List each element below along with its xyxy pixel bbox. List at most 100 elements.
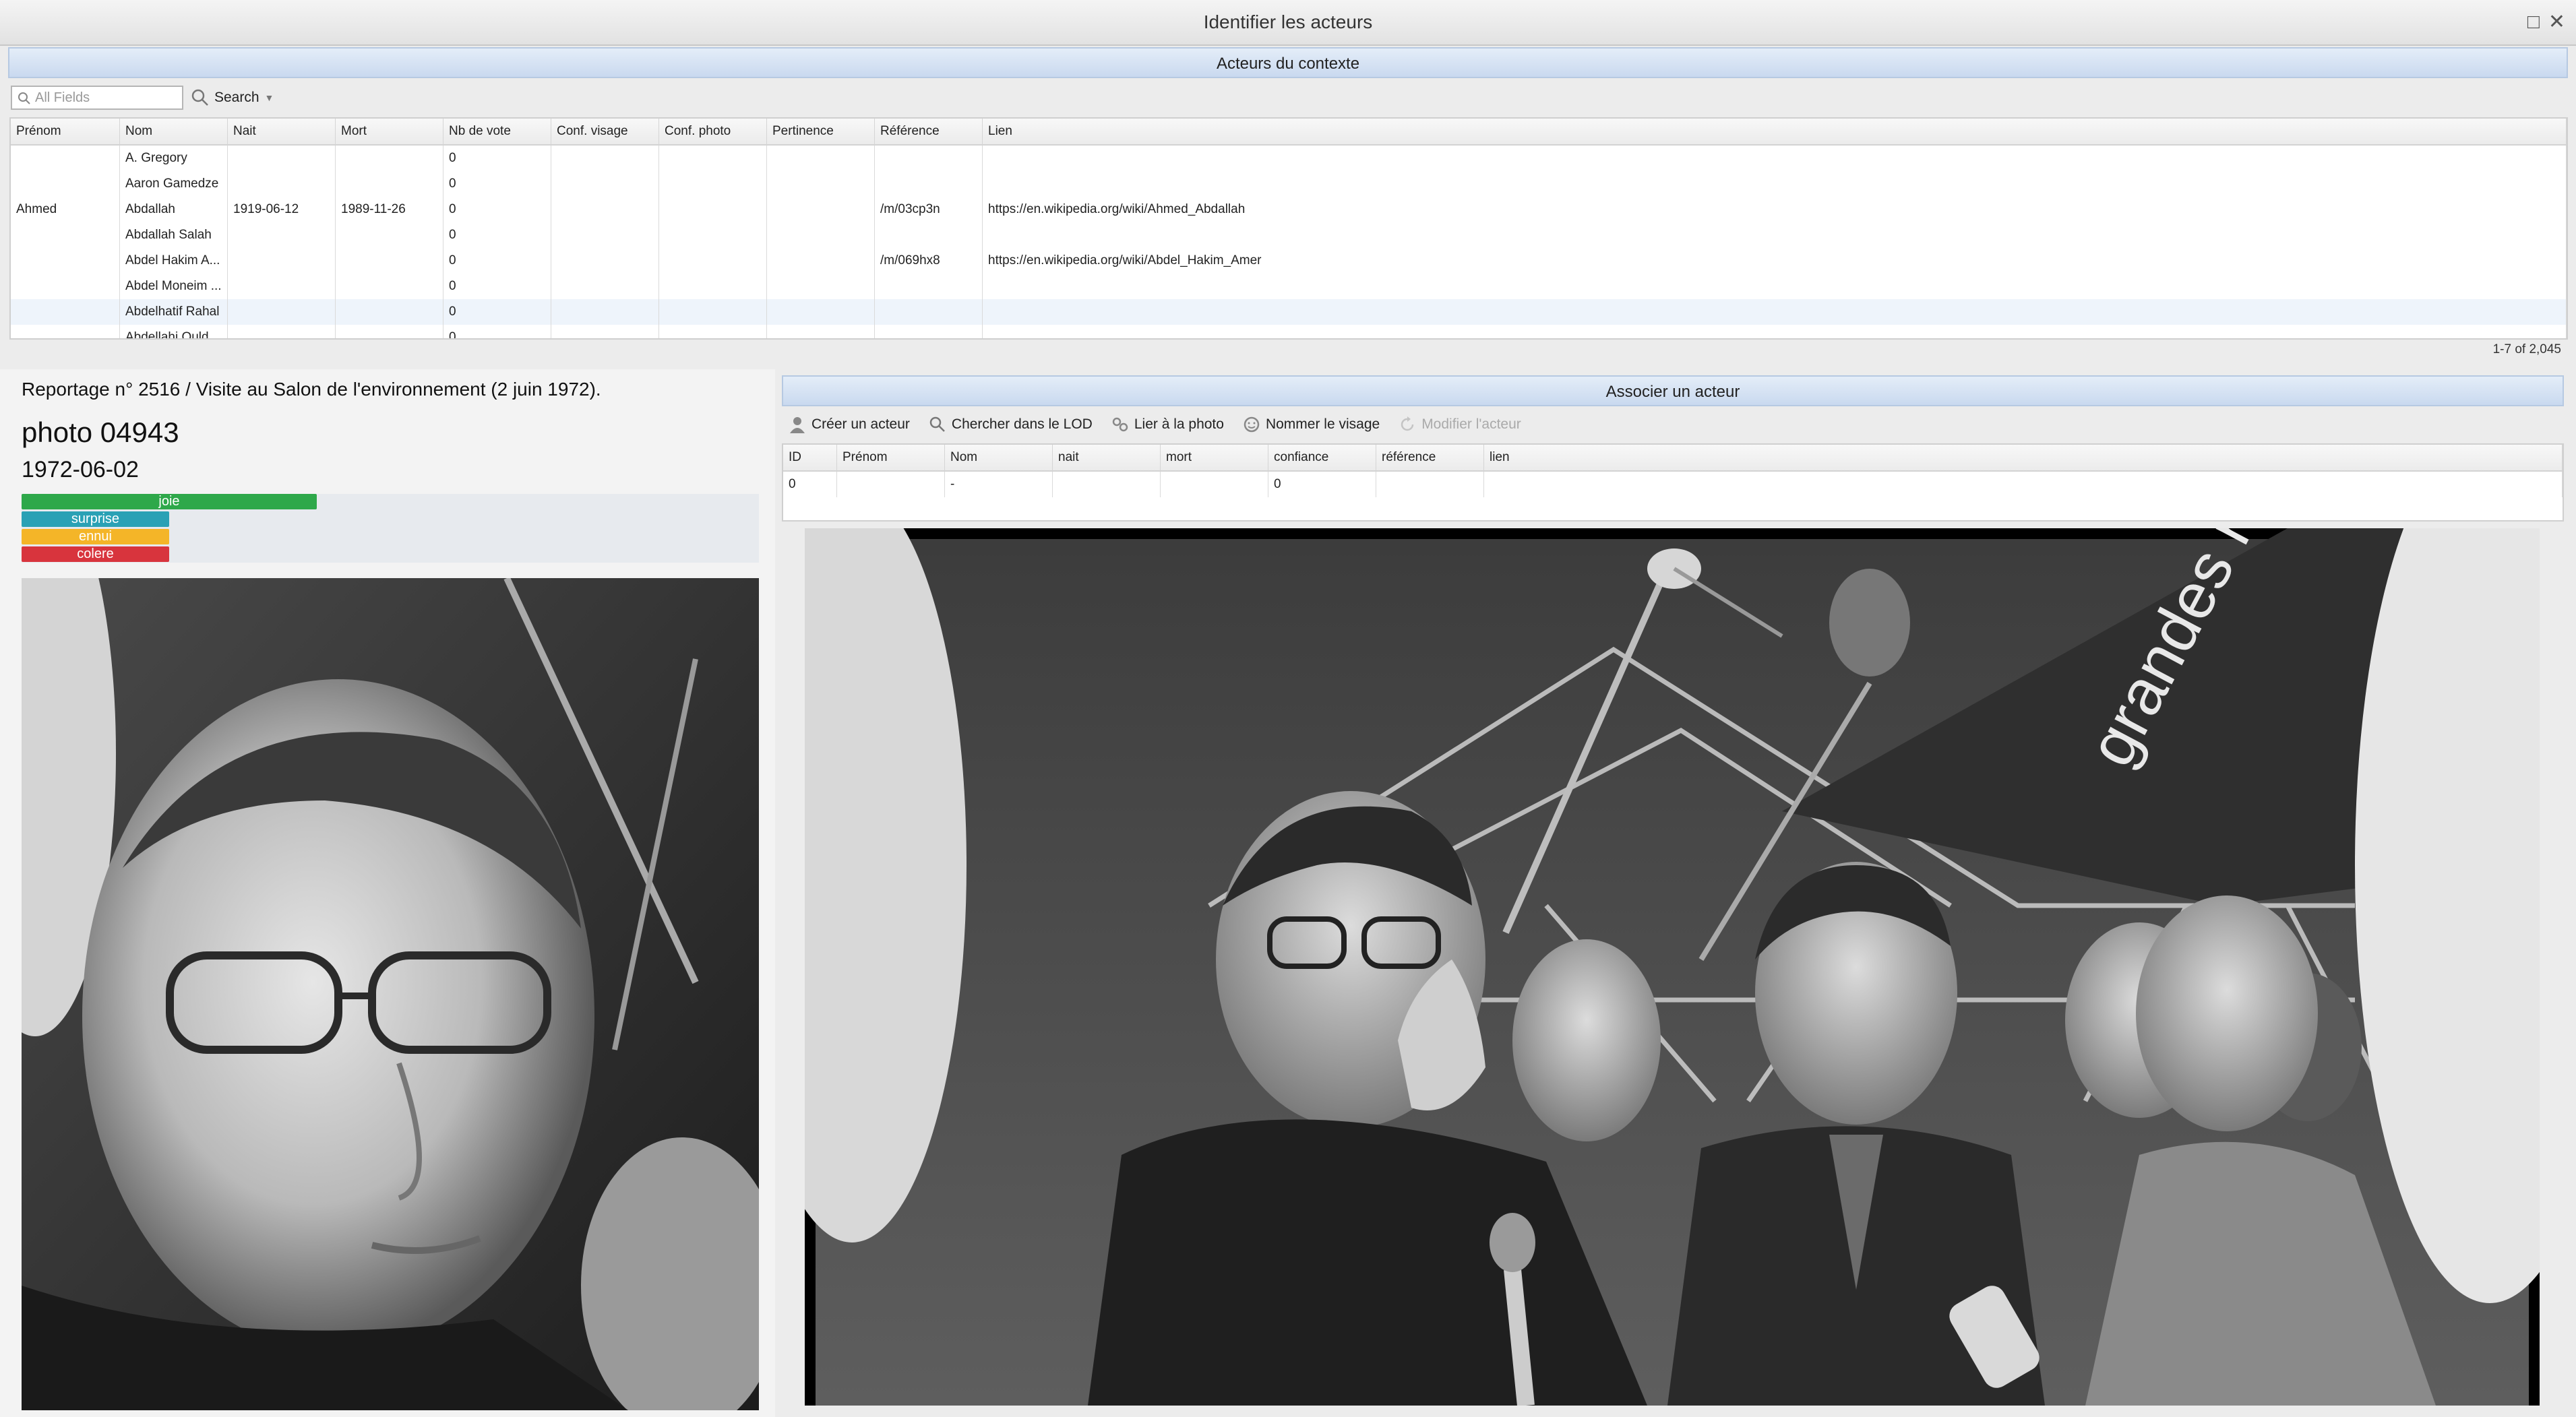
cell-born bbox=[228, 248, 336, 274]
cell-born: 1919-06-12 bbox=[228, 197, 336, 222]
cell-firstname bbox=[11, 274, 120, 299]
photo-info-pane: Reportage n° 2516 / Visite au Salon de l… bbox=[0, 369, 775, 1417]
search-input[interactable]: All Fields bbox=[11, 86, 183, 110]
cell-reference bbox=[875, 325, 983, 338]
cell-votes: 0 bbox=[443, 274, 551, 299]
table-row[interactable]: 0 - 0 bbox=[783, 472, 2563, 497]
cell-votes: 0 bbox=[443, 197, 551, 222]
column-header[interactable]: mort bbox=[1161, 445, 1268, 470]
search-button[interactable]: Search ▼ bbox=[191, 86, 274, 110]
cell-reference bbox=[875, 222, 983, 248]
table-row[interactable]: Abdelhatif Rahal 0 bbox=[11, 299, 2567, 325]
column-header[interactable]: Lien bbox=[983, 119, 2567, 144]
column-header[interactable]: Mort bbox=[336, 119, 443, 144]
cell-firstname bbox=[837, 472, 945, 497]
column-header[interactable]: Conf. visage bbox=[551, 119, 659, 144]
table-row[interactable]: Abdallah Salah 0 bbox=[11, 222, 2567, 248]
table-row[interactable]: Ahmed Abdallah 1919-06-12 1989-11-26 0/m/03c… bbox=[11, 197, 2567, 222]
cell-face-conf bbox=[551, 299, 659, 325]
cell-firstname bbox=[11, 146, 120, 171]
report-title: Reportage n° 2516 / Visite au Salon de l… bbox=[22, 379, 601, 400]
link-photo-label: Lier à la photo bbox=[1134, 416, 1224, 432]
cell-reference bbox=[875, 171, 983, 197]
cell-link bbox=[983, 146, 2567, 171]
cell-photo-conf bbox=[659, 325, 767, 338]
link-photo-button[interactable]: Lier à la photo bbox=[1111, 416, 1224, 433]
table-row[interactable]: Abdellahi Ould ... 0 bbox=[11, 325, 2567, 338]
cell-link bbox=[983, 299, 2567, 325]
edit-actor-label: Modifier l'acteur bbox=[1421, 416, 1521, 432]
cell-relevance bbox=[767, 171, 875, 197]
table-row[interactable]: A. Gregory 0 bbox=[11, 146, 2567, 171]
column-header[interactable]: Nom bbox=[945, 445, 1053, 470]
create-actor-label: Créer un acteur bbox=[811, 416, 910, 432]
column-header[interactable]: nait bbox=[1053, 445, 1161, 470]
cell-photo-conf bbox=[659, 146, 767, 171]
cell-face-conf bbox=[551, 274, 659, 299]
cell-died bbox=[336, 325, 443, 338]
name-face-button[interactable]: Nommer le visage bbox=[1243, 416, 1380, 433]
column-header[interactable]: confiance bbox=[1268, 445, 1376, 470]
main-photo[interactable]: grandes réalisations bbox=[805, 528, 2540, 1406]
context-grid-header: Prénom Nom Nait Mort Nb de vote Conf. vi… bbox=[11, 119, 2567, 146]
cell-link: https://en.wikipedia.org/wiki/Abdel_Haki… bbox=[983, 248, 2567, 274]
cell-relevance bbox=[767, 274, 875, 299]
table-row[interactable]: Abdel Hakim A... 0/m/069hx8 https://en.wik… bbox=[11, 248, 2567, 274]
cell-relevance bbox=[767, 299, 875, 325]
cell-reference: /m/03cp3n bbox=[875, 197, 983, 222]
column-header[interactable]: Nom bbox=[120, 119, 228, 144]
column-header[interactable]: Référence bbox=[875, 119, 983, 144]
cell-died bbox=[336, 222, 443, 248]
emotion-bar-joie: joie bbox=[22, 494, 317, 509]
refresh-icon bbox=[1401, 416, 1414, 431]
cell-name: Abdallah Salah bbox=[120, 222, 228, 248]
cell-relevance bbox=[767, 248, 875, 274]
cell-firstname bbox=[11, 248, 120, 274]
column-header[interactable]: Conf. photo bbox=[659, 119, 767, 144]
cell-died bbox=[336, 171, 443, 197]
cell-face-conf bbox=[551, 197, 659, 222]
cell-died bbox=[336, 146, 443, 171]
cell-id: 0 bbox=[783, 472, 837, 497]
table-row[interactable]: Aaron Gamedze 0 bbox=[11, 171, 2567, 197]
column-header[interactable]: Nb de vote bbox=[443, 119, 551, 144]
cell-died bbox=[336, 274, 443, 299]
main-photo-graphic: grandes réalisations bbox=[805, 528, 2540, 1406]
cell-reference bbox=[1376, 472, 1484, 497]
cell-photo-conf bbox=[659, 222, 767, 248]
cell-firstname bbox=[11, 222, 120, 248]
cell-confidence: 0 bbox=[1268, 472, 1376, 497]
face-crop-graphic bbox=[22, 578, 759, 1410]
restore-icon[interactable]: □ bbox=[2527, 0, 2540, 44]
search-lod-button[interactable]: Chercher dans le LOD bbox=[929, 416, 1093, 433]
cell-born bbox=[228, 171, 336, 197]
cell-link bbox=[983, 222, 2567, 248]
emotions-chart: joie surprise ennui colere bbox=[22, 494, 759, 563]
emotion-bar-ennui: ennui bbox=[22, 529, 169, 544]
cell-link bbox=[983, 171, 2567, 197]
column-header[interactable]: Prénom bbox=[11, 119, 120, 144]
name-face-label: Nommer le visage bbox=[1265, 416, 1380, 432]
column-header[interactable]: Nait bbox=[228, 119, 336, 144]
face-crop-image[interactable] bbox=[22, 578, 759, 1410]
cell-face-conf bbox=[551, 171, 659, 197]
cell-died: 1989-11-26 bbox=[336, 197, 443, 222]
cell-name: A. Gregory bbox=[120, 146, 228, 171]
create-actor-button[interactable]: Créer un acteur bbox=[789, 416, 910, 433]
table-row[interactable]: Abdel Moneim ... 0 bbox=[11, 274, 2567, 299]
column-header[interactable]: Pertinence bbox=[767, 119, 875, 144]
cell-born bbox=[228, 325, 336, 338]
column-header[interactable]: référence bbox=[1376, 445, 1484, 470]
close-icon[interactable]: ✕ bbox=[2548, 0, 2565, 44]
column-header[interactable]: ID bbox=[783, 445, 837, 470]
cell-photo-conf bbox=[659, 248, 767, 274]
column-header[interactable]: lien bbox=[1484, 445, 2563, 470]
cell-died bbox=[336, 248, 443, 274]
cell-photo-conf bbox=[659, 274, 767, 299]
cell-name: Abdel Hakim A... bbox=[120, 248, 228, 274]
cell-votes: 0 bbox=[443, 299, 551, 325]
edit-actor-button[interactable]: Modifier l'acteur bbox=[1399, 416, 1521, 433]
cell-face-conf bbox=[551, 222, 659, 248]
column-header[interactable]: Prénom bbox=[837, 445, 945, 470]
cell-born bbox=[228, 146, 336, 171]
